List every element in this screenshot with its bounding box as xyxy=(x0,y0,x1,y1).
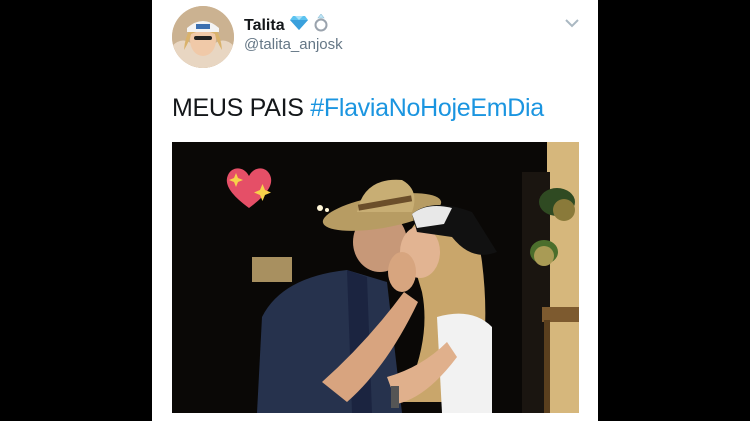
hashtag-link[interactable]: #FlaviaNoHojeEmDia xyxy=(310,94,544,122)
gem-icon xyxy=(289,15,308,36)
tweet-text-plain: MEUS PAIS xyxy=(172,94,304,122)
author-name[interactable]: Talita xyxy=(244,17,285,35)
chevron-down-icon[interactable] xyxy=(564,16,580,28)
author-name-row[interactable]: Talita xyxy=(244,13,329,37)
tweet-photo[interactable] xyxy=(172,142,579,413)
tweet-text: MEUS PAIS #FlaviaNoHojeEmDia xyxy=(172,94,544,123)
sparkling-heart-icon xyxy=(222,164,276,210)
avatar[interactable] xyxy=(172,6,234,68)
tweet-card: Talita @talita_anjosk MEUS PAIS #FlaviaN… xyxy=(152,0,598,421)
ring-icon xyxy=(313,13,329,37)
author-handle[interactable]: @talita_anjosk xyxy=(244,36,343,53)
